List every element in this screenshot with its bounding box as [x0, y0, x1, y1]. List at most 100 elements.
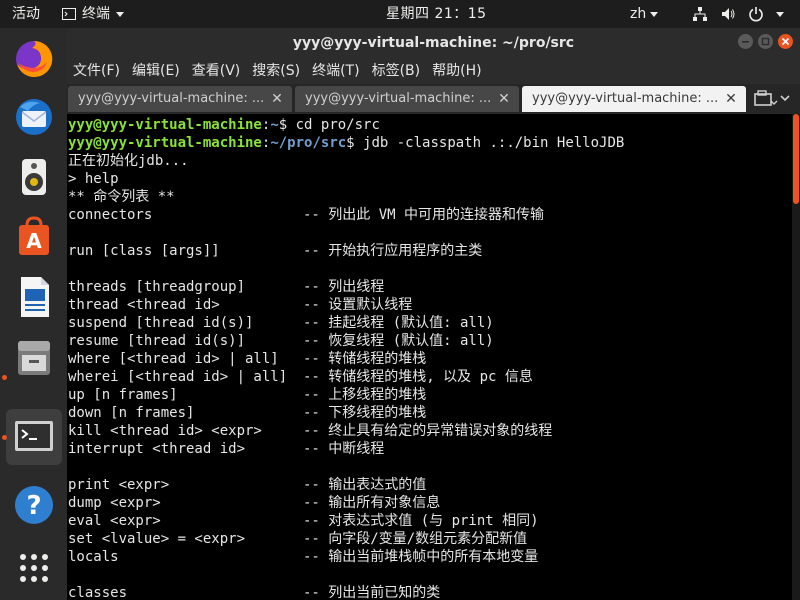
dock-writer[interactable] [6, 269, 62, 325]
svg-text:A: A [26, 229, 42, 253]
help-icon: ? [15, 486, 53, 524]
dock-thunderbird[interactable] [6, 89, 62, 145]
firefox-icon [16, 40, 53, 77]
dock: A ? [0, 28, 68, 600]
help-description: -- 输出表达式的值 [303, 477, 427, 493]
volume-icon [722, 8, 735, 20]
help-command: set <lvalue> = <expr> [68, 531, 246, 547]
dock-show-apps[interactable] [6, 540, 62, 596]
help-command: where [<thread id> | all] [68, 351, 279, 367]
dock-files[interactable] [6, 329, 62, 385]
show-apps-icon [20, 554, 48, 582]
help-command: threads [threadgroup] [68, 279, 246, 295]
maximize-icon [761, 37, 770, 46]
close-icon[interactable]: ✕ [497, 86, 511, 112]
menu-terminal[interactable]: 终端(T) [306, 58, 365, 84]
help-command: dump <expr> [68, 495, 161, 511]
help-command: print <expr> [68, 477, 170, 493]
tab-label: yyy@yyy-virtual-machine: ... [532, 91, 719, 106]
dock-terminal[interactable] [6, 409, 62, 465]
help-description: -- 下移线程的堆栈 [303, 405, 427, 421]
help-description: -- 开始执行应用程序的主类 [303, 243, 483, 259]
running-indicator [2, 435, 7, 440]
help-description: -- 列出线程 [303, 279, 385, 295]
help-description: -- 挂起线程 (默认值: all) [303, 315, 494, 331]
help-command: thread <thread id> [68, 297, 220, 313]
dock-rhythmbox[interactable] [6, 149, 62, 205]
help-command: kill <thread id> <expr> [68, 423, 262, 439]
clock[interactable]: 星期四 21：15 [386, 0, 487, 28]
help-description: -- 转储线程的堆栈, 以及 pc 信息 [303, 369, 533, 385]
help-description: -- 恢复线程 (默认值: all) [303, 333, 494, 349]
help-description: -- 设置默认线程 [303, 297, 413, 313]
scrollbar[interactable] [792, 114, 800, 600]
tab-1[interactable]: yyy@yyy-virtual-machine: ... ✕ [68, 86, 292, 112]
input-method-indicator[interactable]: zh [630, 0, 659, 28]
terminal-line: > help [68, 171, 119, 187]
help-description: -- 列出当前已知的类 [303, 585, 441, 600]
scrollbar-thumb[interactable] [793, 114, 799, 204]
close-icon[interactable]: ✕ [724, 86, 738, 112]
tab-label: yyy@yyy-virtual-machine: ... [305, 91, 492, 106]
menu-edit[interactable]: 编辑(E) [126, 58, 186, 84]
activities-button[interactable]: 活动 [12, 0, 40, 28]
tab-3-active[interactable]: yyy@yyy-virtual-machine: ... ✕ [522, 86, 746, 112]
help-command: interrupt <thread id> [68, 441, 246, 457]
tab-menu-arrow-icon[interactable] [779, 92, 791, 104]
close-icon [781, 37, 790, 46]
software-center-icon: A [19, 216, 49, 255]
terminal-window: yyy@yyy-virtual-machine: ~/pro/src 文件(F)… [67, 28, 800, 600]
help-command: connectors [68, 207, 153, 223]
chevron-down-icon [650, 11, 659, 17]
system-menu[interactable] [692, 0, 784, 28]
rhythmbox-icon [22, 159, 46, 195]
tab-2[interactable]: yyy@yyy-virtual-machine: ... ✕ [295, 86, 519, 112]
help-command: classes [68, 585, 128, 600]
terminal-line: ** 命令列表 ** [68, 189, 175, 205]
running-indicator [2, 375, 7, 380]
new-tab-button[interactable] [752, 88, 778, 110]
chevron-down-icon [116, 11, 124, 17]
menu-help[interactable]: 帮助(H) [426, 58, 487, 84]
terminal-line: 正在初始化jdb... [68, 153, 189, 169]
help-description: -- 转储线程的堆栈 [303, 351, 427, 367]
menu-file[interactable]: 文件(F) [67, 58, 126, 84]
help-command: eval <expr> [68, 513, 161, 529]
help-description: -- 列出此 VM 中可用的连接器和传输 [303, 207, 545, 223]
help-command: up [n frames] [68, 387, 178, 403]
app-menu[interactable]: 终端 [62, 0, 124, 28]
command-text: $ jdb -classpath .:./bin HelloJDB [346, 135, 625, 151]
menu-tabs[interactable]: 标签(B) [366, 58, 427, 84]
help-command: resume [thread id(s)] [68, 333, 246, 349]
minimize-icon [742, 41, 749, 43]
close-icon[interactable]: ✕ [270, 86, 284, 112]
menu-search[interactable]: 搜索(S) [246, 58, 306, 84]
prompt-user: yyy@yyy-virtual-machine [68, 135, 262, 151]
help-description: -- 输出所有对象信息 [303, 495, 441, 511]
help-command: wherei [<thread id> | all] [68, 369, 288, 385]
dock-software[interactable]: A [6, 209, 62, 265]
thunderbird-icon [16, 99, 52, 135]
files-icon [18, 341, 50, 375]
terminal-output[interactable]: yyy@yyy-virtual-machine:~$ cd pro/src yy… [67, 114, 792, 600]
dock-firefox[interactable] [6, 30, 62, 86]
title-bar[interactable]: yyy@yyy-virtual-machine: ~/pro/src [67, 28, 800, 58]
terminal-line: yyy@yyy-virtual-machine:~$ cd pro/src [68, 116, 380, 134]
maximize-button[interactable] [758, 34, 773, 49]
minimize-button[interactable] [738, 34, 753, 49]
help-description: -- 中断线程 [303, 441, 385, 457]
svg-text:?: ? [26, 491, 41, 521]
help-command: suspend [thread id(s)] [68, 315, 254, 331]
new-tab-icon [754, 90, 778, 106]
help-description: -- 上移线程的堆栈 [303, 387, 427, 403]
help-description: -- 对表达式求值 (与 print 相同) [303, 513, 539, 529]
input-method-label: zh [630, 6, 647, 22]
command-text: $ cd pro/src [278, 117, 380, 133]
menu-view[interactable]: 查看(V) [186, 58, 247, 84]
app-name: 终端 [82, 6, 110, 22]
tab-label: yyy@yyy-virtual-machine: ... [78, 91, 265, 106]
prompt-path: ~ [270, 117, 279, 133]
terminal-line: yyy@yyy-virtual-machine:~/pro/src$ jdb -… [68, 134, 624, 152]
dock-help[interactable]: ? [6, 477, 62, 533]
close-button[interactable] [778, 34, 793, 49]
